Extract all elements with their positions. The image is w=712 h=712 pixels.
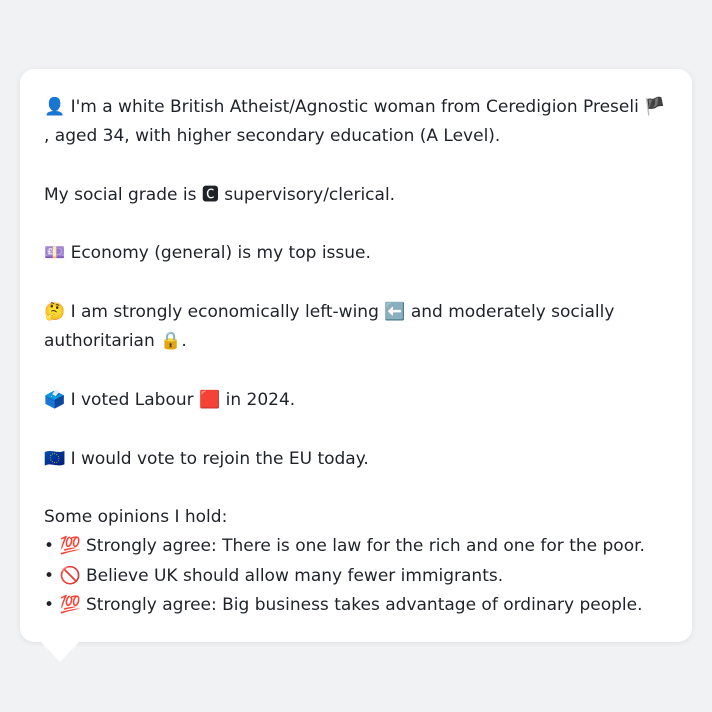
bubble-tail — [40, 641, 80, 662]
top-issue-text: Economy (general) is my top issue. — [65, 243, 371, 264]
social-grade-prefix: My social grade is — [44, 184, 202, 205]
opinion-text: Believe UK should allow many fewer immig… — [80, 565, 504, 586]
wales-flag-icon: 🏴 — [644, 97, 666, 117]
opinion-text: Strongly agree: Big business takes advan… — [80, 595, 643, 616]
social-grade-suffix: supervisory/clerical. — [218, 184, 396, 205]
ballot-box-icon: 🗳️ — [44, 389, 66, 410]
list-item: • 💯 Strongly agree: Big business takes a… — [44, 591, 668, 620]
vote-line: 🗳️ I voted Labour 🟥 in 2024. — [44, 386, 668, 415]
red-square-icon: 🟥 — [199, 389, 221, 410]
vote-text-1: I voted Labour — [65, 389, 200, 410]
opinion-text: Strongly agree: There is one law for the… — [80, 536, 645, 557]
lock-icon: 🔒 — [160, 331, 182, 352]
social-grade-line: My social grade is 🅲 supervisory/clerica… — [44, 181, 668, 210]
grade-c-badge-icon: 🅲 — [201, 184, 219, 205]
thinking-face-icon: 🤔 — [44, 302, 66, 323]
eu-text: I would vote to rejoin the EU today. — [65, 448, 369, 469]
bullet: • — [44, 565, 60, 586]
persona-message-bubble: 👤 I'm a white British Atheist/Agnostic w… — [20, 69, 692, 642]
pound-banknote-icon: 💷 — [44, 243, 66, 264]
intro-text-2: , aged 34, with higher secondary educati… — [44, 126, 501, 147]
intro-line: 👤 I'm a white British Atheist/Agnostic w… — [44, 93, 668, 152]
prohibited-icon: 🚫 — [59, 565, 81, 586]
ideology-line: 🤔 I am strongly economically left-wing ⬅… — [44, 298, 668, 357]
bullet: • — [44, 536, 60, 557]
intro-text-1: I'm a white British Atheist/Agnostic wom… — [65, 97, 645, 117]
person-icon: 👤 — [44, 97, 66, 117]
hundred-points-icon: 💯 — [59, 536, 81, 557]
vote-text-2: in 2024. — [220, 389, 296, 410]
ideology-text-3: . — [181, 331, 187, 352]
bullet: • — [44, 595, 60, 616]
left-arrow-icon: ⬅️ — [384, 302, 406, 323]
hundred-points-icon: 💯 — [59, 595, 81, 616]
ideology-text-1: I am strongly economically left-wing — [65, 302, 385, 323]
list-item: • 🚫 Believe UK should allow many fewer i… — [44, 562, 668, 591]
eu-line: 🇪🇺 I would vote to rejoin the EU today. — [44, 445, 668, 474]
opinions-heading: Some opinions I hold: — [44, 507, 228, 528]
list-item: • 💯 Strongly agree: There is one law for… — [44, 532, 668, 561]
top-issue-line: 💷 Economy (general) is my top issue. — [44, 239, 668, 268]
eu-flag-icon: 🇪🇺 — [44, 448, 66, 469]
